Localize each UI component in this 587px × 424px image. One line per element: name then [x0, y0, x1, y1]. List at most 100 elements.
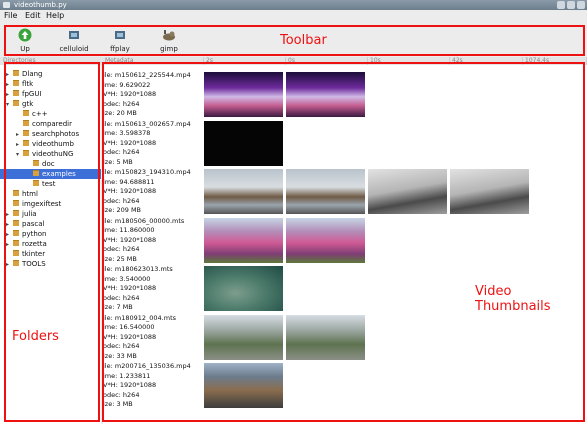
- folder-item[interactable]: tkinter: [6, 249, 45, 259]
- menu-edit[interactable]: Edit: [25, 11, 41, 20]
- column-header[interactable]: 2s: [204, 57, 286, 65]
- video-thumbnail[interactable]: [204, 363, 283, 408]
- metadata-file: ile: m150823_194310.mp4: [103, 168, 191, 176]
- directories-header[interactable]: Directories: [0, 57, 104, 65]
- metadata-size: ize: 20 MB: [103, 109, 137, 118]
- close-button[interactable]: [577, 1, 585, 9]
- folder-item[interactable]: doc: [26, 159, 55, 169]
- metadata-wh: V*H: 1920*1088: [103, 235, 157, 244]
- metadata-file: ile: m180912_004.mts: [103, 313, 177, 322]
- video-thumbnail[interactable]: [204, 217, 283, 263]
- menu-bar: File Edit Help: [0, 10, 587, 24]
- ffplay-button[interactable]: ffplay: [97, 26, 143, 55]
- metadata-wh: V*H: 1920*1088: [103, 284, 157, 293]
- metadata-codec: odec: h264: [103, 99, 140, 108]
- folder-item[interactable]: ▾ gtk: [6, 99, 33, 109]
- folder-icon: [23, 150, 29, 156]
- folder-item[interactable]: ▸ fltk: [6, 79, 33, 89]
- column-header[interactable]: 0s: [286, 57, 368, 65]
- folder-item[interactable]: ▸ fpGUI: [6, 89, 42, 99]
- video-thumbnail[interactable]: [204, 72, 283, 117]
- folder-item[interactable]: test: [26, 179, 55, 189]
- window-title: videothumb.py: [14, 1, 67, 9]
- expanded-arrow-icon[interactable]: ▾: [6, 100, 13, 110]
- folder-item[interactable]: ▸ julia: [6, 209, 37, 219]
- video-thumbnail[interactable]: [450, 169, 529, 214]
- column-header[interactable]: Metadata: [103, 57, 204, 65]
- video-thumbnail[interactable]: [204, 169, 283, 214]
- folder-item[interactable]: ▾ videothuNG: [16, 149, 73, 159]
- folder-icon: [23, 120, 29, 126]
- folder-icon: [13, 80, 19, 86]
- video-thumbnail[interactable]: [286, 217, 365, 263]
- menu-help[interactable]: Help: [46, 11, 64, 20]
- column-header[interactable]: 42s: [450, 57, 523, 65]
- metadata-size: ize: 33 MB: [103, 351, 137, 360]
- metadata-file: ile: m150612_225544.mp4: [103, 71, 191, 79]
- app-icon: [3, 2, 10, 8]
- folder-item[interactable]: comparedir: [16, 119, 72, 129]
- collapsed-arrow-icon[interactable]: ▸: [6, 260, 13, 270]
- folder-item[interactable]: ▸ pascal: [6, 219, 44, 229]
- metadata-time: ime: 16.540000: [103, 323, 155, 332]
- folder-item[interactable]: ▸ searchphotos: [16, 129, 79, 139]
- folder-item[interactable]: examples: [0, 169, 101, 179]
- video-thumbnail[interactable]: [368, 169, 447, 214]
- celluloid-button[interactable]: celluloid: [51, 26, 97, 55]
- video-thumbnail[interactable]: [286, 169, 365, 214]
- minimize-button[interactable]: [557, 1, 565, 9]
- folder-item[interactable]: imgexiftest: [6, 199, 61, 209]
- metadata-time: ime: 94.688811: [103, 177, 155, 186]
- folder-icon: [13, 190, 19, 196]
- metadata-time: ime: 3.540000: [103, 274, 151, 283]
- metadata-codec: odec: h264: [103, 245, 140, 254]
- folder-icon: [13, 230, 19, 236]
- folder-item[interactable]: ▸ Dlang: [6, 69, 43, 79]
- column-header[interactable]: 10s: [368, 57, 450, 65]
- maximize-button[interactable]: [567, 1, 575, 9]
- metadata-file: ile: m200716_135036.mp4: [103, 362, 191, 370]
- folders-annotation: Folders: [12, 329, 59, 344]
- folder-icon: [23, 110, 29, 116]
- folder-icon: [13, 90, 19, 96]
- folder-icon: [33, 160, 39, 166]
- folder-item[interactable]: ▸ TOOLS: [6, 259, 46, 269]
- metadata-wh: V*H: 1920*1088: [103, 332, 157, 341]
- video-thumbnail[interactable]: [286, 314, 365, 360]
- video-row: ile: m180506_00000.mts ime: 11.860000 V*H:…: [103, 217, 587, 270]
- expanded-arrow-icon[interactable]: ▾: [16, 150, 23, 160]
- folder-label: julia: [22, 210, 37, 218]
- folder-item[interactable]: ▸ python: [6, 229, 47, 239]
- toolbar: Up celluloid ffplay gimp Toolbar: [0, 24, 587, 56]
- folder-icon: [23, 140, 29, 146]
- metadata-time: ime: 1.233811: [103, 371, 151, 380]
- folder-icon: [13, 250, 19, 256]
- video-thumbnail[interactable]: [204, 120, 283, 166]
- folder-label: pascal: [22, 220, 45, 228]
- folder-item[interactable]: c++: [16, 109, 48, 119]
- folder-item[interactable]: ▸ videothumb: [16, 139, 74, 149]
- folder-label: rozetta: [22, 240, 47, 248]
- folder-label: python: [22, 230, 47, 238]
- video-row: ile: m150613_002657.mp4 ime: 3.598378 V*H:…: [103, 120, 587, 173]
- gimp-button[interactable]: gimp: [146, 26, 192, 55]
- video-metadata: ile: m150823_194310.mp4 ime: 94.688811 V*H…: [103, 168, 204, 216]
- ffplay-icon: [115, 31, 125, 39]
- folder-label: tkinter: [22, 250, 46, 258]
- thumbnail-pane: Metadata 2s 0s 10s 42s 1074.4s ile: m150612_2…: [103, 57, 587, 424]
- celluloid-button-label: celluloid: [59, 45, 89, 53]
- video-metadata: ile: m150613_002657.mp4 ime: 3.598378 V*H:…: [103, 120, 204, 168]
- thumbnails-annotation: Video Thumbnails: [475, 284, 551, 314]
- video-row: ile: m150612_225544.mp4 ime: 9.629022 V*H:…: [103, 71, 587, 124]
- column-header[interactable]: 1074.4s: [523, 57, 587, 65]
- metadata-size: ize: 25 MB: [103, 254, 137, 263]
- folder-label: fpGUI: [22, 90, 42, 98]
- video-thumbnail[interactable]: [286, 72, 365, 117]
- folder-item[interactable]: html: [6, 189, 38, 199]
- folder-item[interactable]: ▸ rozetta: [6, 239, 47, 249]
- video-thumbnail[interactable]: [204, 266, 283, 311]
- video-thumbnail[interactable]: [204, 314, 283, 360]
- metadata-codec: odec: h264: [103, 293, 140, 302]
- menu-file[interactable]: File: [4, 11, 17, 20]
- up-button[interactable]: Up: [2, 26, 48, 55]
